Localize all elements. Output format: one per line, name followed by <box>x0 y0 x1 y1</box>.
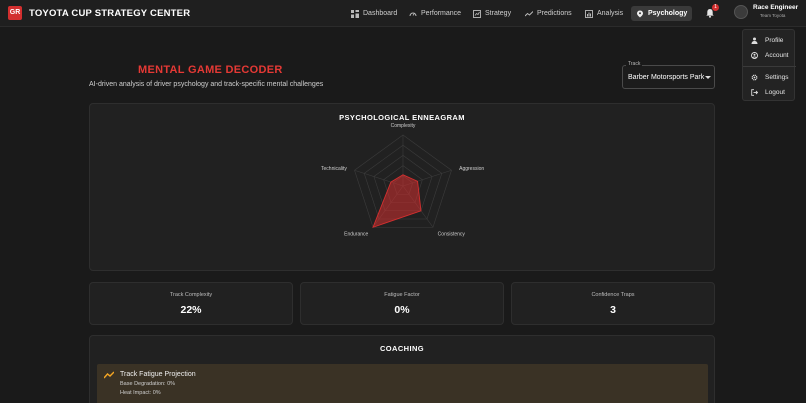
metric-label: Fatigue Factor <box>384 292 420 298</box>
metric-card-track-complexity: Track Complexity 22% <box>89 282 293 325</box>
notification-badge: 1 <box>712 4 719 11</box>
user-menu: Profile Account Settings Logout <box>742 29 796 101</box>
nav-strategy-label: Strategy <box>485 10 512 17</box>
nav-analysis-label: Analysis <box>597 10 624 17</box>
metric-value: 3 <box>610 304 616 316</box>
account-icon <box>751 52 758 59</box>
radar-axis-label: Complexity <box>391 123 416 129</box>
coaching-item-line: Base Degradation: 0% <box>120 381 176 387</box>
top-navbar: GR TOYOTA CUP STRATEGY CENTER Dashboard … <box>0 0 806 27</box>
metric-value: 22% <box>180 304 202 316</box>
metric-label: Confidence Traps <box>591 292 635 298</box>
metric-label: Track Complexity <box>169 292 213 298</box>
menu-item-account[interactable]: Account <box>743 49 796 62</box>
user-name[interactable]: Race Engineer <box>753 4 798 11</box>
radar-axis-label: Endurance <box>344 232 368 238</box>
coaching-item-line: Heat Impact: 0% <box>120 390 161 396</box>
dashboard-icon <box>351 9 359 18</box>
chevron-down-icon <box>705 76 711 79</box>
psychology-icon <box>637 10 643 17</box>
nav-strategy[interactable]: Strategy <box>468 6 516 21</box>
nav-dashboard-label: Dashboard <box>363 10 398 17</box>
coaching-item-title: Track Fatigue Projection <box>120 371 196 378</box>
app-title: TOYOTA CUP STRATEGY CENTER <box>29 8 191 19</box>
menu-item-account-label: Account <box>765 52 789 59</box>
user-role: Team Toyota <box>760 13 786 18</box>
logout-icon <box>751 89 758 96</box>
gear-icon <box>751 74 758 81</box>
enneagram-card: PSYCHOLOGICAL ENNEAGRAM Complexity Aggres… <box>89 103 715 271</box>
track-select-label: Track <box>626 61 643 67</box>
menu-divider <box>743 66 796 67</box>
menu-item-logout-label: Logout <box>765 89 785 96</box>
nav-performance-label: Performance <box>421 10 462 17</box>
metric-card-fatigue-factor: Fatigue Factor 0% <box>300 282 504 325</box>
menu-item-settings[interactable]: Settings <box>743 71 796 84</box>
trend-icon <box>104 371 114 379</box>
metric-card-confidence-traps: Confidence Traps 3 <box>511 282 715 325</box>
radar-series-area <box>372 174 422 229</box>
coaching-heading: COACHING <box>379 344 425 353</box>
page-title: MENTAL GAME DECODER <box>138 64 283 76</box>
menu-item-profile[interactable]: Profile <box>743 34 796 47</box>
nav-dashboard[interactable]: Dashboard <box>346 6 402 21</box>
radar-chart: Complexity Aggression Consistency Endurance… <box>321 123 484 238</box>
track-select-value: Barber Motorsports Park <box>628 74 705 81</box>
menu-item-settings-label: Settings <box>765 74 789 81</box>
radar-axis-label: Technicality <box>321 166 347 172</box>
nav-predictions[interactable]: Predictions <box>520 6 577 21</box>
nav-psychology[interactable]: Psychology <box>631 6 693 21</box>
page-subtitle: AI-driven analysis of driver psychology … <box>89 81 324 88</box>
nav-predictions-label: Predictions <box>537 10 572 17</box>
nav-analysis[interactable]: Analysis <box>580 6 628 21</box>
brand-logo[interactable]: GR <box>8 6 22 20</box>
avatar[interactable] <box>734 5 748 19</box>
track-select[interactable]: Barber Motorsports Park <box>622 65 715 89</box>
metric-value: 0% <box>394 304 410 316</box>
menu-item-profile-label: Profile <box>765 37 784 44</box>
coaching-card: COACHING Track Fatigue Projection Base D… <box>89 335 715 403</box>
strategy-icon <box>473 9 481 18</box>
nav-performance[interactable]: Performance <box>404 6 466 21</box>
person-icon <box>751 37 758 44</box>
radar-axis-label: Consistency <box>438 232 466 238</box>
radar-axis-label: Aggression <box>459 166 484 172</box>
nav-psychology-label: Psychology <box>648 10 688 17</box>
speedometer-icon <box>409 12 417 16</box>
trend-icon <box>525 10 533 16</box>
analysis-icon <box>585 9 593 18</box>
menu-item-logout[interactable]: Logout <box>743 86 796 99</box>
coaching-item: Track Fatigue Projection Base Degradatio… <box>97 364 708 403</box>
